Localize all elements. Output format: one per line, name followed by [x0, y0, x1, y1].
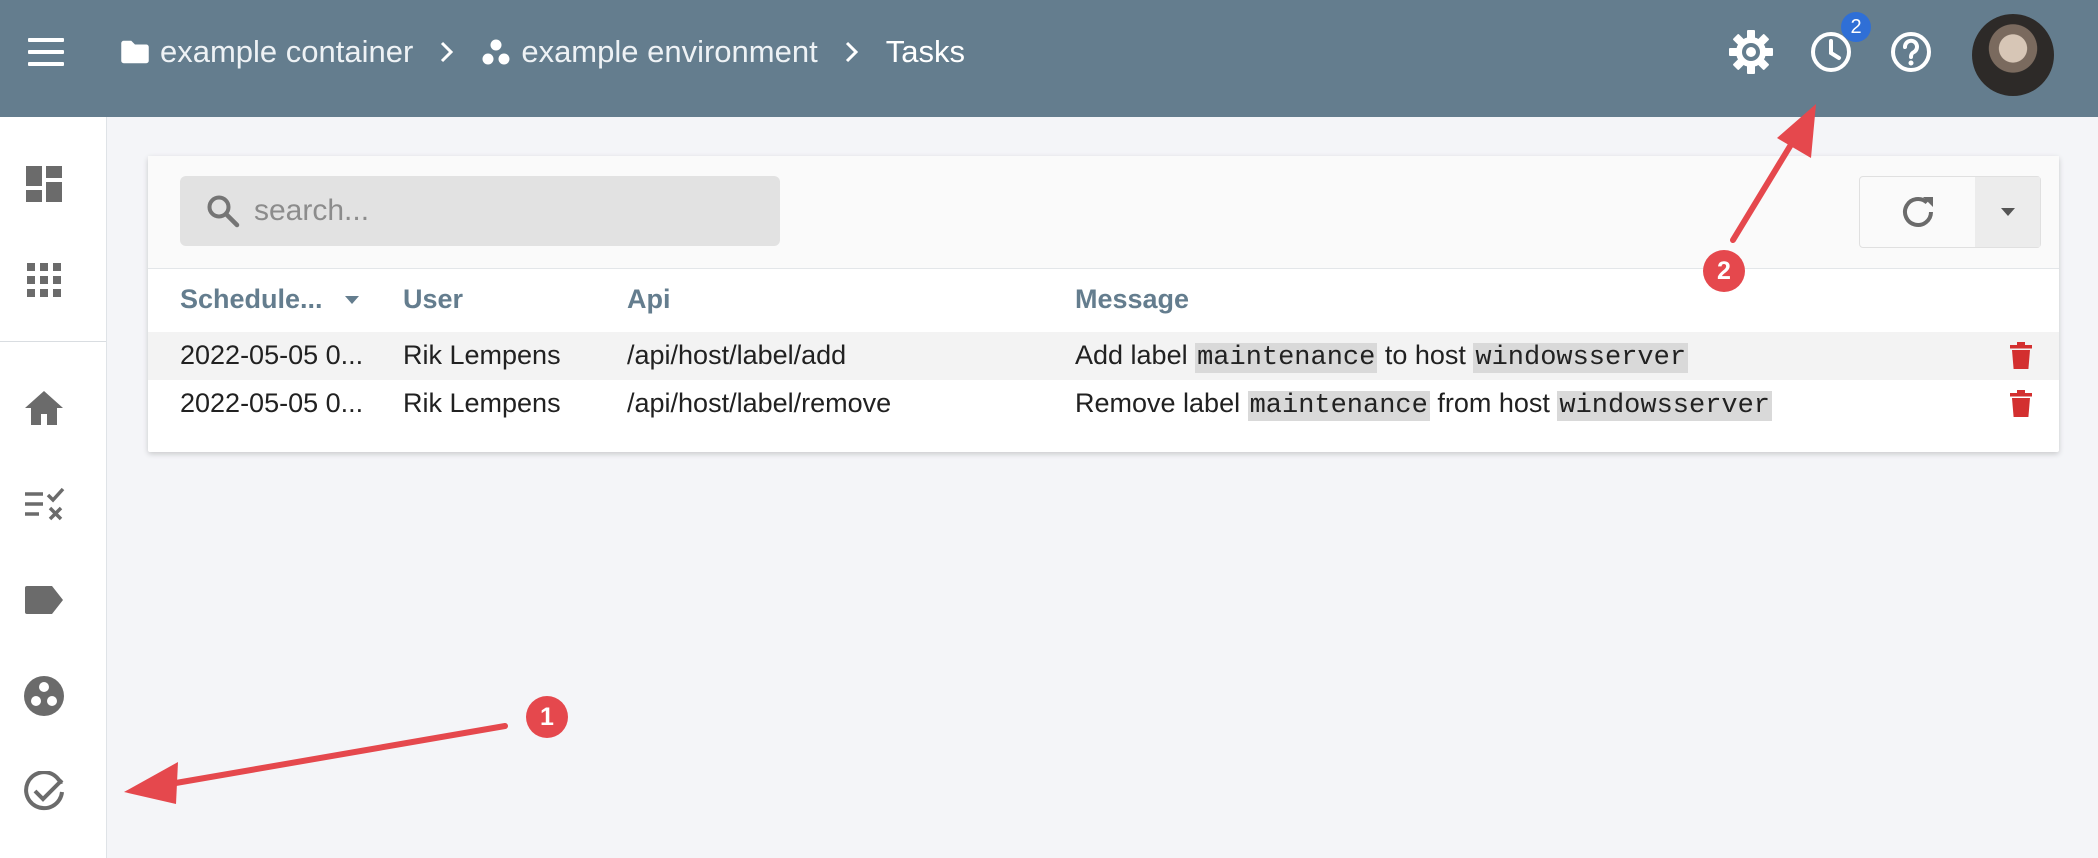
delete-icon[interactable] [2010, 390, 2038, 420]
refresh-button[interactable] [1860, 177, 1975, 247]
annotation-arrowhead-1 [124, 762, 178, 804]
sidebar [0, 117, 107, 858]
sort-caret-icon [344, 295, 359, 304]
top-bar: example container example environment Ta… [0, 0, 2098, 117]
breadcrumb-label: example container [160, 34, 414, 69]
environment-circle-icon[interactable] [22, 674, 66, 718]
refresh-options-dropdown[interactable] [1975, 177, 2040, 247]
message-text: from host [1429, 388, 1558, 418]
cell-scheduled: 2022-05-05 0... [180, 340, 364, 370]
folder-icon [121, 40, 149, 64]
column-header-user[interactable]: User [403, 284, 463, 315]
environment-icon [482, 39, 510, 65]
breadcrumb-item-environment[interactable]: example environment [481, 34, 818, 70]
avatar[interactable] [1972, 14, 2054, 96]
column-header-scheduled[interactable]: Schedule... [180, 284, 359, 315]
breadcrumb-label: example environment [521, 34, 818, 69]
home-icon[interactable] [22, 386, 66, 430]
message-text: to host [1377, 340, 1474, 370]
caret-down-icon [2000, 208, 2015, 216]
breadcrumb-item-current: Tasks [886, 34, 965, 70]
cell-user: Rik Lempens [403, 340, 561, 370]
page-title: Tasks [885, 34, 965, 69]
tasks-card: Schedule... User Api Message 2022-05-05 … [148, 156, 2059, 452]
message-code: windowsserver [1473, 343, 1689, 373]
message-code: maintenance [1195, 343, 1378, 373]
table-row[interactable]: 2022-05-05 0... Rik Lempens /api/host/la… [148, 332, 2059, 380]
chevron-right-icon [439, 40, 455, 64]
column-header-message[interactable]: Message [1075, 284, 1189, 315]
annotation-marker-1: 1 [526, 696, 568, 738]
menu-icon[interactable] [28, 36, 68, 68]
cell-message: Add label maintenance to host windowsser… [1075, 340, 1689, 373]
breadcrumb: example container example environment Ta… [120, 30, 965, 74]
message-code: maintenance [1247, 391, 1430, 421]
apps-grid-icon[interactable] [22, 258, 66, 302]
cell-api: /api/host/label/add [627, 340, 847, 370]
message-text: Remove label [1075, 388, 1248, 418]
cell-message: Remove label maintenance from host windo… [1075, 388, 1773, 421]
annotation-arrow-1 [167, 723, 508, 787]
column-header-label: Schedule... [180, 284, 323, 314]
breadcrumb-item-container[interactable]: example container [120, 34, 413, 70]
label-icon[interactable] [22, 578, 66, 622]
refresh-icon [1902, 197, 1933, 227]
settings-gear-icon[interactable] [1727, 28, 1775, 76]
help-icon[interactable] [1887, 28, 1935, 76]
tasks-count-badge: 2 [1841, 12, 1871, 42]
sidebar-divider [0, 341, 106, 342]
column-header-api[interactable]: Api [627, 284, 671, 315]
cell-user: Rik Lempens [403, 388, 561, 418]
cell-api: /api/host/label/remove [627, 388, 892, 418]
refresh-button-group [1859, 176, 2041, 248]
message-code: windowsserver [1557, 391, 1773, 421]
chevron-right-icon [844, 40, 860, 64]
checklist-icon[interactable] [22, 482, 66, 526]
tasks-check-icon[interactable] [22, 770, 66, 814]
annotation-marker-2: 2 [1703, 250, 1745, 292]
message-text: Add label [1075, 340, 1196, 370]
delete-icon[interactable] [2010, 342, 2038, 372]
cell-scheduled: 2022-05-05 0... [180, 388, 364, 418]
search-icon [207, 195, 240, 228]
dashboard-icon[interactable] [22, 162, 66, 206]
search-box[interactable] [180, 176, 780, 246]
toolbar [148, 156, 2059, 269]
search-input[interactable] [252, 193, 756, 229]
table-row[interactable]: 2022-05-05 0... Rik Lempens /api/host/la… [148, 380, 2059, 428]
